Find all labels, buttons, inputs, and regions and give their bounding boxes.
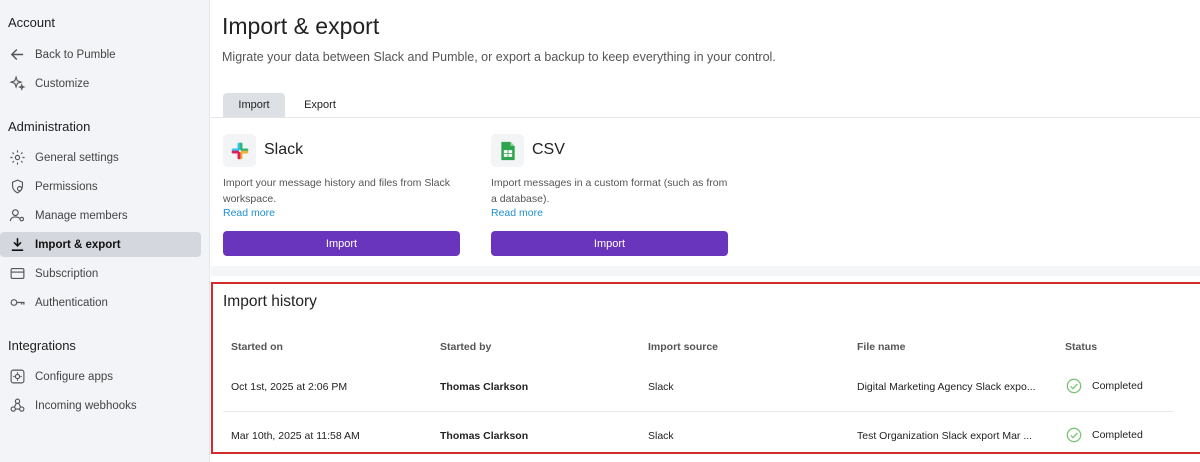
- sidebar-item-label: Authentication: [35, 296, 108, 309]
- sidebar-item-configure-apps[interactable]: Configure apps: [0, 364, 201, 389]
- card-description: Import your message history and files fr…: [223, 177, 451, 205]
- cell-file-name: Test Organization Slack export Mar ...: [857, 430, 1033, 442]
- read-more-link[interactable]: Read more: [491, 207, 543, 219]
- sidebar: Account Back to Pumble Customize Adminis…: [0, 0, 210, 462]
- card-title: CSV: [532, 141, 565, 158]
- read-more-link[interactable]: Read more: [223, 207, 275, 219]
- tab-import[interactable]: Import: [223, 93, 285, 117]
- apps-gear-icon: [8, 368, 26, 386]
- card-title: Slack: [264, 141, 304, 158]
- sidebar-item-permissions[interactable]: Permissions: [0, 174, 201, 199]
- page-title: Import & export: [222, 13, 380, 39]
- column-header-import-source: Import source: [648, 341, 719, 353]
- sidebar-item-manage-members[interactable]: Manage members: [0, 203, 201, 228]
- sidebar-item-label: Manage members: [35, 209, 128, 222]
- tab-bar: Import Export: [211, 93, 1200, 118]
- sidebar-item-label: Customize: [35, 77, 90, 90]
- import-history-title: Import history: [223, 293, 317, 310]
- cell-import-source: Slack: [648, 430, 674, 442]
- section-account-title: Account: [8, 15, 55, 30]
- sidebar-item-customize[interactable]: Customize: [0, 71, 201, 96]
- sparkles-icon: [8, 75, 26, 93]
- tab-export[interactable]: Export: [291, 93, 349, 117]
- cell-started-on: Oct 1st, 2025 at 2:06 PM: [231, 381, 348, 393]
- section-integrations-title: Integrations: [8, 338, 76, 353]
- credit-card-icon: [8, 265, 26, 283]
- cell-started-on: Mar 10th, 2025 at 11:58 AM: [231, 430, 360, 442]
- table-row[interactable]: Oct 1st, 2025 at 2:06 PM Thomas Clarkson…: [223, 364, 1173, 412]
- slack-logo-icon: [223, 134, 256, 167]
- main-content: Import & export Migrate your data betwee…: [211, 0, 1200, 462]
- card-description: Import messages in a custom format (such…: [491, 177, 728, 205]
- cell-status: Completed: [1066, 378, 1143, 394]
- table-row[interactable]: Mar 10th, 2025 at 11:58 AM Thomas Clarks…: [223, 413, 1173, 461]
- sidebar-item-label: Back to Pumble: [35, 48, 116, 61]
- check-circle-icon: [1066, 427, 1082, 443]
- sidebar-item-label: Configure apps: [35, 370, 113, 383]
- check-circle-icon: [1066, 378, 1082, 394]
- gear-icon: [8, 149, 26, 167]
- download-icon: [8, 236, 26, 254]
- key-icon: [8, 294, 26, 312]
- page-description: Migrate your data between Slack and Pumb…: [222, 50, 776, 64]
- status-label: Completed: [1092, 380, 1143, 392]
- section-administration-title: Administration: [8, 119, 91, 134]
- slack-import-button[interactable]: Import: [223, 231, 460, 256]
- sidebar-item-label: Permissions: [35, 180, 98, 193]
- sidebar-item-label: Import & export: [35, 238, 121, 251]
- shield-icon: [8, 178, 26, 196]
- column-header-started-on: Started on: [231, 341, 283, 353]
- cell-status: Completed: [1066, 427, 1143, 443]
- cell-file-name: Digital Marketing Agency Slack expo...: [857, 381, 1036, 393]
- arrow-left-icon: [8, 46, 26, 64]
- sidebar-item-authentication[interactable]: Authentication: [0, 290, 201, 315]
- cell-started-by: Thomas Clarkson: [440, 430, 529, 442]
- sidebar-item-incoming-webhooks[interactable]: Incoming webhooks: [0, 393, 201, 418]
- column-header-file-name: File name: [857, 341, 906, 353]
- sidebar-item-label: General settings: [35, 151, 119, 164]
- sidebar-item-import-export[interactable]: Import & export: [0, 232, 201, 257]
- sidebar-item-label: Subscription: [35, 267, 99, 280]
- cell-started-by: Thomas Clarkson: [440, 381, 529, 393]
- sidebar-item-back-to-pumble[interactable]: Back to Pumble: [0, 42, 201, 67]
- sidebar-item-general-settings[interactable]: General settings: [0, 145, 201, 170]
- webhook-icon: [8, 397, 26, 415]
- csv-import-button[interactable]: Import: [491, 231, 728, 256]
- column-header-started-by: Started by: [440, 341, 492, 353]
- sidebar-item-label: Incoming webhooks: [35, 399, 137, 412]
- sidebar-item-subscription[interactable]: Subscription: [0, 261, 201, 286]
- user-gear-icon: [8, 207, 26, 225]
- csv-file-icon: [491, 134, 524, 167]
- column-header-status: Status: [1065, 341, 1098, 353]
- status-label: Completed: [1092, 429, 1143, 441]
- cell-import-source: Slack: [648, 381, 674, 393]
- import-history-panel: Import history Started on Started by Imp…: [211, 282, 1200, 454]
- section-divider: [211, 266, 1200, 276]
